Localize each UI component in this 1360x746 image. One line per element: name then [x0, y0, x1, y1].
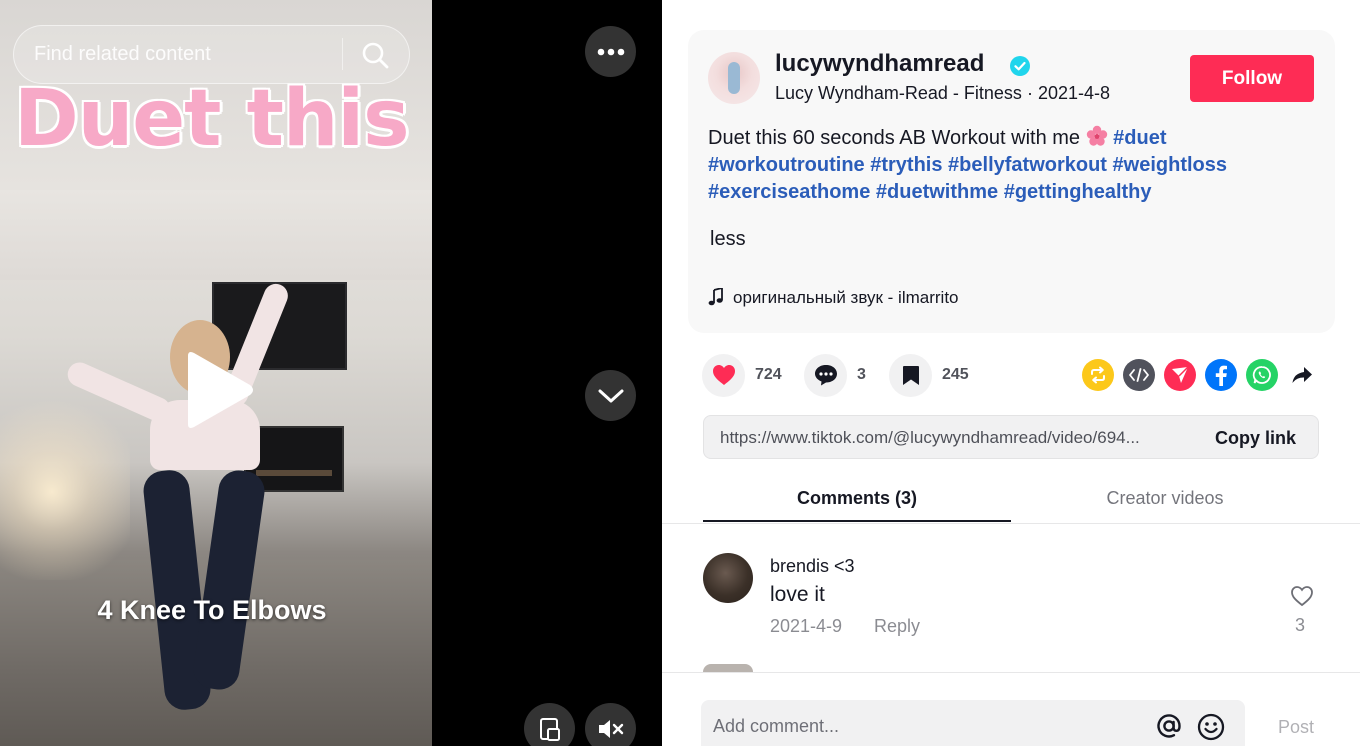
video-frame[interactable]: Duet this 4 Knee To Elbows Find related … [0, 0, 432, 746]
add-comment-input[interactable]: Add comment... [701, 700, 1245, 746]
save-count: 245 [942, 366, 969, 383]
video-url[interactable]: https://www.tiktok.com/@lucywyndhamread/… [720, 416, 1198, 460]
commenter-avatar[interactable] [703, 553, 753, 603]
tab-creator-videos[interactable]: Creator videos [1011, 476, 1319, 522]
repost-icon [1091, 366, 1105, 384]
video-caption: 4 Knee To Elbows [97, 595, 327, 625]
copy-link-button[interactable]: Copy link [1215, 416, 1296, 460]
commenter-username[interactable]: brendis <3 [770, 556, 855, 577]
verified-badge-icon [1010, 56, 1030, 76]
author-avatar[interactable] [708, 52, 760, 104]
music-link[interactable]: оригинальный звук - ilmarrito [708, 288, 959, 308]
search-icon[interactable] [361, 41, 389, 69]
whatsapp-icon [1252, 366, 1271, 384]
embed-icon [1129, 368, 1149, 382]
video-overlay-title: Duet this [14, 74, 410, 164]
comment-reply-button[interactable]: Reply [874, 616, 920, 637]
comment-like-count: 3 [1295, 615, 1306, 635]
next-video-button[interactable] [585, 370, 636, 421]
video-scene-ceiling [0, 190, 432, 280]
pip-icon [539, 717, 560, 741]
hashtag-link[interactable]: #exerciseathome [708, 181, 870, 203]
hashtag-link[interactable]: #workoutroutine [708, 154, 865, 176]
hashtag-link[interactable]: #weightloss [1113, 154, 1227, 176]
details-panel: lucywyndhamread Lucy Wyndham-Read - Fitn… [662, 0, 1360, 746]
subline-separator: · [1026, 83, 1038, 103]
mention-icon[interactable] [1156, 713, 1182, 739]
mute-icon [598, 719, 623, 738]
mute-button[interactable] [585, 703, 636, 746]
comment-count: 3 [857, 366, 866, 383]
embed-button[interactable] [1123, 359, 1155, 391]
related-search-input[interactable]: Find related content [34, 26, 334, 82]
save-action[interactable]: 245 [889, 353, 969, 397]
repost-button[interactable] [1082, 359, 1114, 391]
tab-bar: Comments (3) Creator videos [703, 476, 1319, 524]
tab-comments[interactable]: Comments (3) [703, 476, 1011, 522]
facebook-share-button[interactable] [1205, 359, 1237, 391]
comment-action[interactable]: 3 [804, 353, 866, 397]
send-to-friend-button[interactable] [1164, 359, 1196, 391]
bookmark-icon [902, 365, 919, 385]
follow-button[interactable]: Follow [1190, 55, 1314, 102]
heart-icon [712, 365, 735, 385]
more-share-button[interactable] [1286, 359, 1318, 391]
post-date: 2021-4-8 [1037, 83, 1111, 103]
tab-divider [662, 523, 1360, 524]
related-search-box[interactable]: Find related content [13, 25, 410, 84]
hashtag-link[interactable]: #gettinghealthy [1004, 181, 1152, 203]
music-note-icon [708, 288, 723, 306]
comment-button[interactable] [804, 353, 847, 397]
video-description: Duet this 60 seconds AB Workout with me … [708, 125, 1308, 206]
comment-composer: Add comment... Post [662, 672, 1360, 746]
comment-like-icon[interactable] [1290, 585, 1314, 607]
description-text: Duet this 60 seconds AB Workout with me [708, 127, 1081, 149]
hashtag-link[interactable]: #trythis [870, 154, 942, 176]
add-comment-placeholder: Add comment... [713, 716, 840, 736]
music-title: оригинальный звук - ilmarrito [733, 288, 959, 307]
post-comment-button[interactable]: Post [1278, 717, 1314, 738]
like-action[interactable]: 724 [702, 353, 782, 397]
more-icon [597, 48, 624, 55]
chevron-down-icon [598, 389, 623, 402]
more-options-button[interactable] [585, 26, 636, 77]
favorite-button[interactable] [889, 353, 932, 397]
search-divider [342, 38, 343, 70]
picture-in-picture-button[interactable] [524, 703, 575, 746]
author-display-name: Lucy Wyndham-Read - Fitness [775, 83, 1022, 103]
comment-item: brendis <3 love it 2021-4-9 Reply 3 [703, 548, 1323, 648]
comment-date: 2021-4-9 [770, 616, 843, 636]
play-icon[interactable] [180, 350, 256, 430]
facebook-icon [1215, 365, 1227, 386]
video-info-card: lucywyndhamread Lucy Wyndham-Read - Fitn… [688, 30, 1335, 333]
less-toggle[interactable]: less [710, 228, 746, 251]
cherry-blossom-icon [1086, 125, 1107, 146]
whatsapp-share-button[interactable] [1246, 359, 1278, 391]
send-icon [1172, 366, 1189, 383]
comment-text: love it [770, 583, 825, 606]
action-bar: 724 3 245 [702, 353, 1322, 397]
hashtag-link[interactable]: #bellyfatworkout [948, 154, 1107, 176]
like-button[interactable] [702, 353, 745, 397]
comment-bubble-icon [814, 365, 837, 386]
hashtag-link[interactable]: #duet [1113, 127, 1166, 149]
video-player[interactable]: Duet this 4 Knee To Elbows Find related … [0, 0, 662, 746]
share-arrow-icon [1292, 367, 1312, 383]
next-commenter-avatar [703, 664, 753, 672]
author-username[interactable]: lucywyndhamread [775, 50, 984, 78]
like-count: 724 [755, 366, 782, 383]
copy-link-box: https://www.tiktok.com/@lucywyndhamread/… [703, 415, 1319, 459]
hashtag-link[interactable]: #duetwithme [876, 181, 998, 203]
author-subline: Lucy Wyndham-Read - Fitness · 2021-4-8 [775, 83, 1110, 104]
emoji-icon[interactable] [1197, 713, 1225, 741]
